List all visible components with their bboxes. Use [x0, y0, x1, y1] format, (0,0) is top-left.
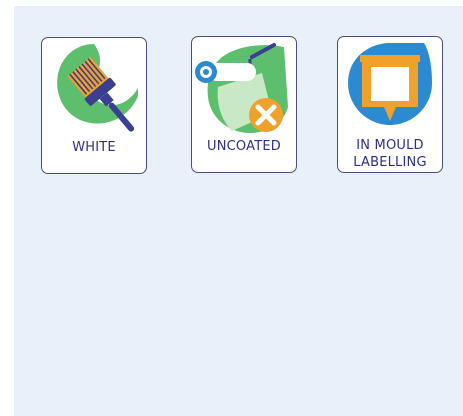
feature-label-line: LABELLING: [353, 155, 427, 170]
feature-label-line: IN MOULD: [356, 138, 424, 153]
feature-label: IN MOULD LABELLING: [338, 137, 442, 171]
feature-label-line: WHITE: [72, 140, 116, 155]
feature-label: WHITE: [42, 139, 146, 156]
feature-card-white: WHITE: [41, 37, 147, 174]
feature-card-uncoated: UNCOATED: [191, 36, 297, 173]
paint-brush-icon: [57, 44, 139, 132]
features-panel: WHITE UNCOATED IN MOULD LABELLING: [14, 6, 463, 416]
feature-label: UNCOATED: [192, 138, 296, 155]
feature-card-in-mould-labelling: IN MOULD LABELLING: [337, 36, 443, 173]
feature-label-line: UNCOATED: [207, 139, 281, 154]
label-tag-icon: [348, 43, 432, 125]
paint-roller-crossed-icon: [195, 43, 288, 133]
